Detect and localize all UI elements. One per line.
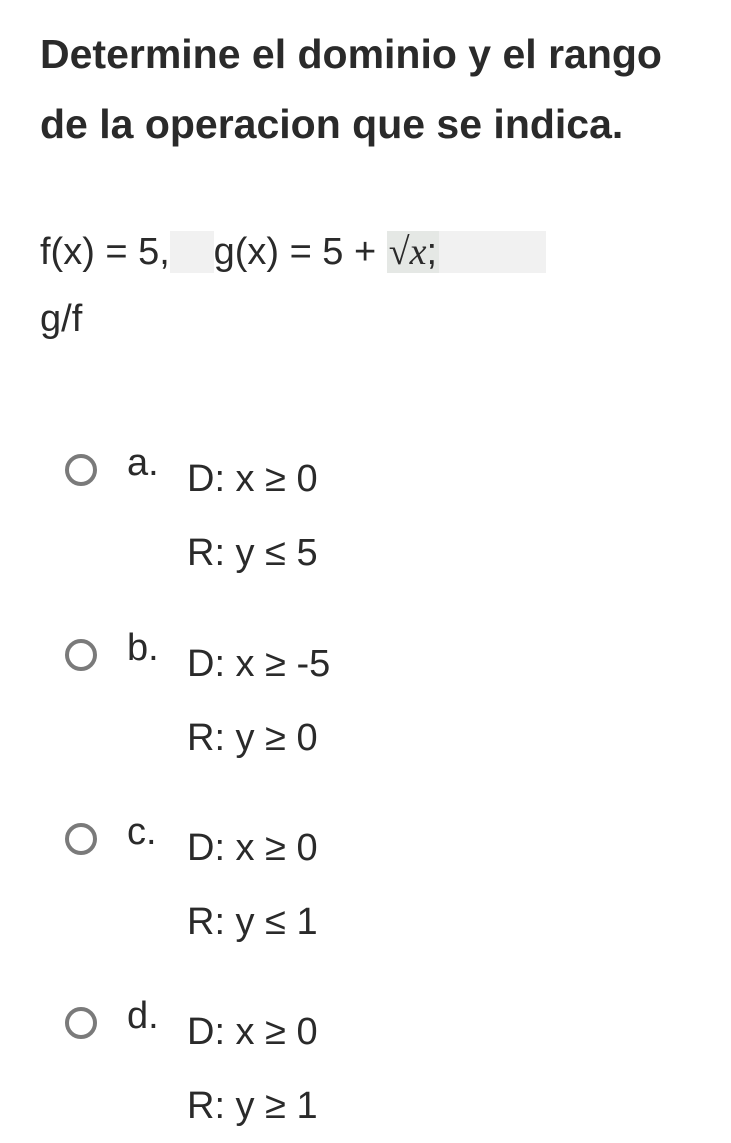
option-text: D: x ≥ 0 R: y ≥ 1: [187, 995, 318, 1143]
option-a[interactable]: a. D: x ≥ 0 R: y ≤ 5: [65, 442, 691, 590]
equation-fx: f(x) = 5,: [40, 231, 170, 273]
sqrt-expression: √x: [389, 231, 427, 273]
option-range: R: y ≤ 5: [187, 516, 318, 590]
option-letter: c.: [127, 811, 187, 854]
option-text: D: x ≥ 0 R: y ≤ 5: [187, 442, 318, 590]
equation-gx: g(x) = 5 +: [214, 231, 387, 273]
options-container: a. D: x ≥ 0 R: y ≤ 5 b. D: x ≥ -5 R: y ≥…: [40, 442, 691, 1143]
option-text: D: x ≥ -5 R: y ≥ 0: [187, 627, 330, 775]
option-letter: d.: [127, 995, 187, 1038]
equation-block: f(x) = 5, g(x) = 5 + √x; g/f: [40, 219, 691, 352]
option-letter: a.: [127, 442, 187, 485]
radio-icon[interactable]: [65, 1007, 97, 1039]
radio-icon[interactable]: [65, 823, 97, 855]
option-range: R: y ≥ 0: [187, 701, 330, 775]
equation-line-2: g/f: [40, 298, 82, 340]
option-domain: D: x ≥ 0: [187, 995, 318, 1069]
radio-icon[interactable]: [65, 454, 97, 486]
option-c[interactable]: c. D: x ≥ 0 R: y ≤ 1: [65, 811, 691, 959]
highlight-sqrt: √x;: [387, 231, 439, 273]
option-domain: D: x ≥ 0: [187, 442, 318, 516]
option-text: D: x ≥ 0 R: y ≤ 1: [187, 811, 318, 959]
semicolon: ;: [427, 231, 438, 273]
highlight-spacer-2: [439, 231, 546, 273]
equation-line-1: f(x) = 5, g(x) = 5 + √x;: [40, 219, 691, 286]
option-d[interactable]: d. D: x ≥ 0 R: y ≥ 1: [65, 995, 691, 1143]
option-letter: b.: [127, 627, 187, 670]
question-title: Determine el dominio y el rango de la op…: [40, 20, 691, 159]
option-b[interactable]: b. D: x ≥ -5 R: y ≥ 0: [65, 627, 691, 775]
option-range: R: y ≥ 1: [187, 1069, 318, 1143]
highlight-spacer-1: [170, 231, 214, 273]
option-domain: D: x ≥ -5: [187, 627, 330, 701]
radio-icon[interactable]: [65, 639, 97, 671]
option-range: R: y ≤ 1: [187, 885, 318, 959]
option-domain: D: x ≥ 0: [187, 811, 318, 885]
